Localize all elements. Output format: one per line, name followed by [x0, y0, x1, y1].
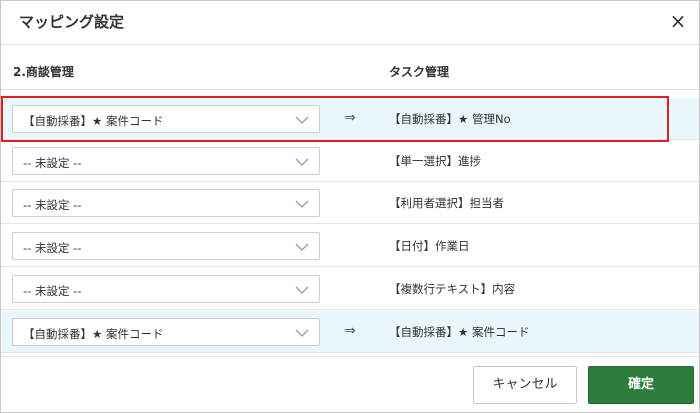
dialog-title: マッピング設定	[19, 13, 125, 31]
target-field-label: 【自動採番】★ 管理No	[389, 112, 511, 126]
chevron-down-icon	[295, 286, 309, 294]
select-value: -- 未設定 --	[23, 241, 82, 255]
mapping-row: -- 未設定 -- 【単一選択】進捗	[1, 140, 699, 182]
mapping-arrow-icon: ⇒	[344, 110, 356, 126]
header-divider	[1, 89, 699, 90]
mapping-row: 【自動採番】★ 案件コード ⇒ 【自動採番】★ 案件コード	[1, 311, 699, 353]
select-value: 【自動採番】★ 案件コード	[23, 327, 164, 341]
select-value: -- 未設定 --	[23, 284, 82, 298]
target-field-label: 【利用者選択】担当者	[389, 196, 504, 210]
chevron-down-icon	[295, 329, 309, 337]
close-icon[interactable]: ×	[667, 10, 689, 32]
source-field-select[interactable]: -- 未設定 --	[12, 275, 320, 303]
select-value: -- 未設定 --	[23, 198, 82, 212]
chevron-down-icon	[295, 158, 309, 166]
source-field-select[interactable]: -- 未設定 --	[12, 232, 320, 260]
select-value: -- 未設定 --	[23, 156, 82, 170]
chevron-down-icon	[295, 116, 309, 124]
target-field-label: 【日付】作業日	[389, 239, 470, 253]
mapping-row: -- 未設定 -- 【利用者選択】担当者	[1, 182, 699, 224]
mapping-row: 【自動採番】★ 案件コード ⇒ 【自動採番】★ 管理No	[1, 98, 699, 140]
confirm-button[interactable]: 確定	[588, 366, 694, 404]
cancel-button[interactable]: キャンセル	[473, 366, 577, 404]
target-field-label: 【単一選択】進捗	[389, 154, 481, 168]
target-column-header: タスク管理	[389, 65, 450, 79]
chevron-down-icon	[295, 200, 309, 208]
mapping-row: -- 未設定 -- 【日付】作業日	[1, 225, 699, 267]
target-field-label: 【複数行テキスト】内容	[389, 282, 516, 296]
mapping-settings-dialog: マッピング設定 × 2.商談管理 タスク管理 【自動採番】★ 案件コード ⇒ 【…	[0, 0, 700, 413]
mapping-arrow-icon: ⇒	[344, 323, 356, 339]
source-field-select[interactable]: 【自動採番】★ 案件コード	[12, 105, 320, 133]
select-value: 【自動採番】★ 案件コード	[23, 114, 164, 128]
source-field-select[interactable]: -- 未設定 --	[12, 147, 320, 175]
dialog-footer: キャンセル 確定	[1, 356, 699, 413]
source-field-select[interactable]: -- 未設定 --	[12, 189, 320, 217]
source-field-select[interactable]: 【自動採番】★ 案件コード	[12, 318, 320, 346]
dialog-header: マッピング設定 ×	[1, 1, 699, 45]
target-field-label: 【自動採番】★ 案件コード	[389, 325, 530, 339]
mapping-row: -- 未設定 -- 【複数行テキスト】内容	[1, 268, 699, 310]
chevron-down-icon	[295, 243, 309, 251]
source-column-header: 2.商談管理	[13, 65, 74, 79]
